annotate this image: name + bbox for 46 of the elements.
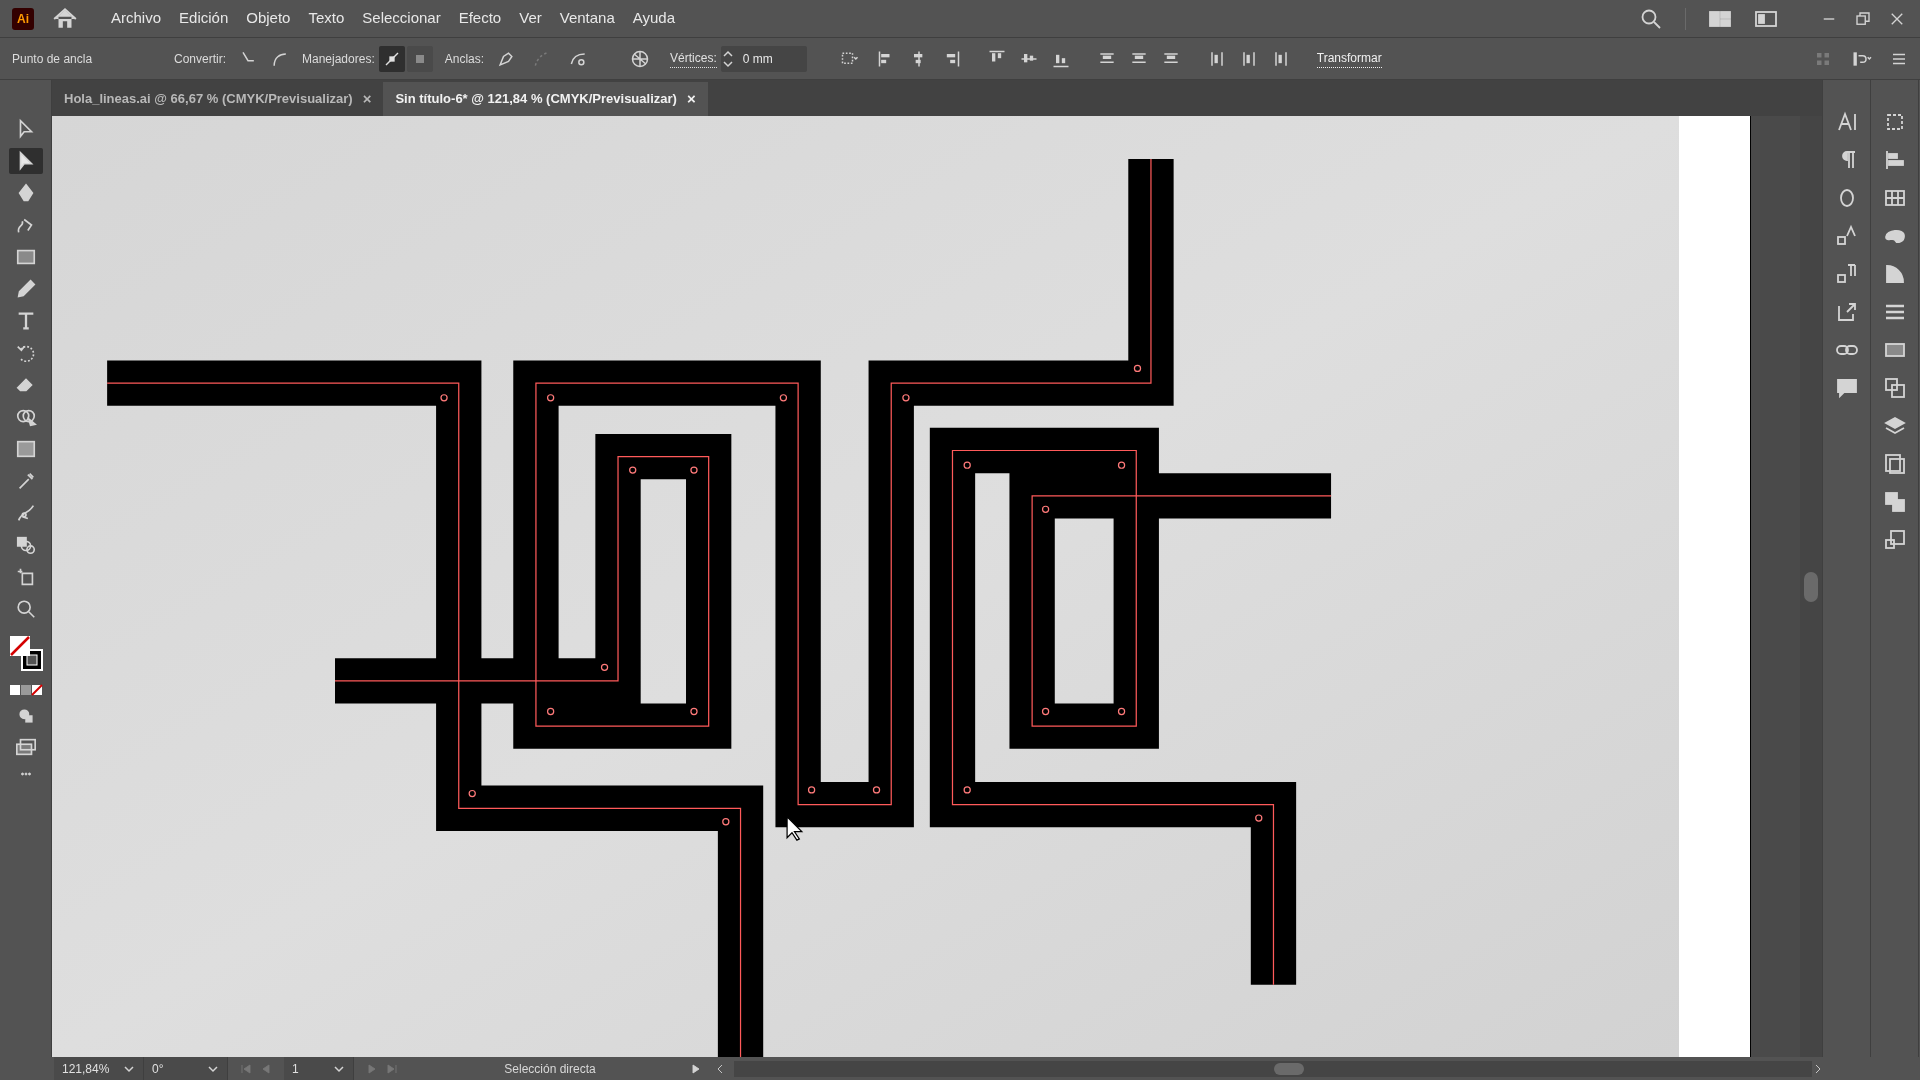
status-menu-icon[interactable] (690, 1062, 702, 1075)
menu-item[interactable]: Objeto (237, 7, 300, 30)
vertical-scrollbar[interactable] (1800, 116, 1822, 1057)
menu-item[interactable]: Ayuda (623, 7, 685, 30)
zoom-dropdown[interactable]: 121,84% (54, 1057, 144, 1080)
hide-handles-button[interactable] (406, 45, 433, 72)
restore-icon[interactable] (1854, 9, 1872, 28)
color-mode-icon[interactable] (8, 684, 43, 696)
anchors-label: Anclas: (444, 50, 485, 68)
artboards-panel-icon[interactable] (1882, 528, 1907, 552)
direct-selection-tool-icon[interactable] (8, 148, 43, 174)
app-logo: Ai (12, 7, 34, 30)
menu-item[interactable]: Archivo (102, 7, 171, 30)
selection-type-label: Punto de ancla (12, 50, 94, 68)
current-tool-label: Selección directa (503, 1060, 597, 1078)
document-tab[interactable]: Sin título-6* @ 121,84 % (CMYK/Previsualizar) × (383, 82, 708, 116)
menu-item[interactable]: Seleccionar (353, 7, 450, 30)
handles-label: Manejadores: (302, 50, 375, 68)
corners-input-field[interactable]: 0 mm (720, 45, 807, 72)
tab-close-button[interactable]: × (686, 87, 696, 111)
cursor-icon (786, 815, 804, 841)
fill-stroke-swatch-icon[interactable] (7, 634, 44, 674)
corners-label[interactable]: Vértices: (670, 49, 717, 68)
menu-item[interactable]: Ventana (550, 7, 624, 30)
menu-item[interactable]: Efecto (449, 7, 511, 30)
menu-item[interactable]: Texto (299, 7, 354, 30)
stepper-arrows-icon[interactable] (720, 48, 735, 69)
handles-hidden-icon (415, 54, 424, 63)
show-handles-button[interactable] (378, 45, 405, 72)
appearance-icon[interactable] (1882, 376, 1907, 400)
paragraph-styles-icon[interactable] (1834, 262, 1859, 286)
asset-export-icon[interactable] (1882, 452, 1907, 476)
globe-icon[interactable] (630, 48, 651, 69)
rotation-dropdown[interactable]: 0° (144, 1057, 228, 1080)
horizontal-scrollbar[interactable] (734, 1060, 1812, 1077)
convert-label: Convertir: (174, 50, 226, 68)
character-styles-icon[interactable] (1834, 224, 1859, 248)
transform-link[interactable]: Transformar (1316, 49, 1382, 68)
menu-item[interactable]: Ver (510, 7, 551, 30)
artboard-number-dropdown[interactable]: 1 (284, 1057, 354, 1080)
handles-visible-icon (383, 50, 400, 67)
menu-item[interactable]: Edición (170, 7, 238, 30)
tab-close-button[interactable]: × (362, 87, 372, 111)
comments-icon[interactable] (1834, 376, 1859, 400)
pathfinder-icon[interactable] (1882, 490, 1907, 514)
screen-mode-icon[interactable] (13, 736, 38, 758)
